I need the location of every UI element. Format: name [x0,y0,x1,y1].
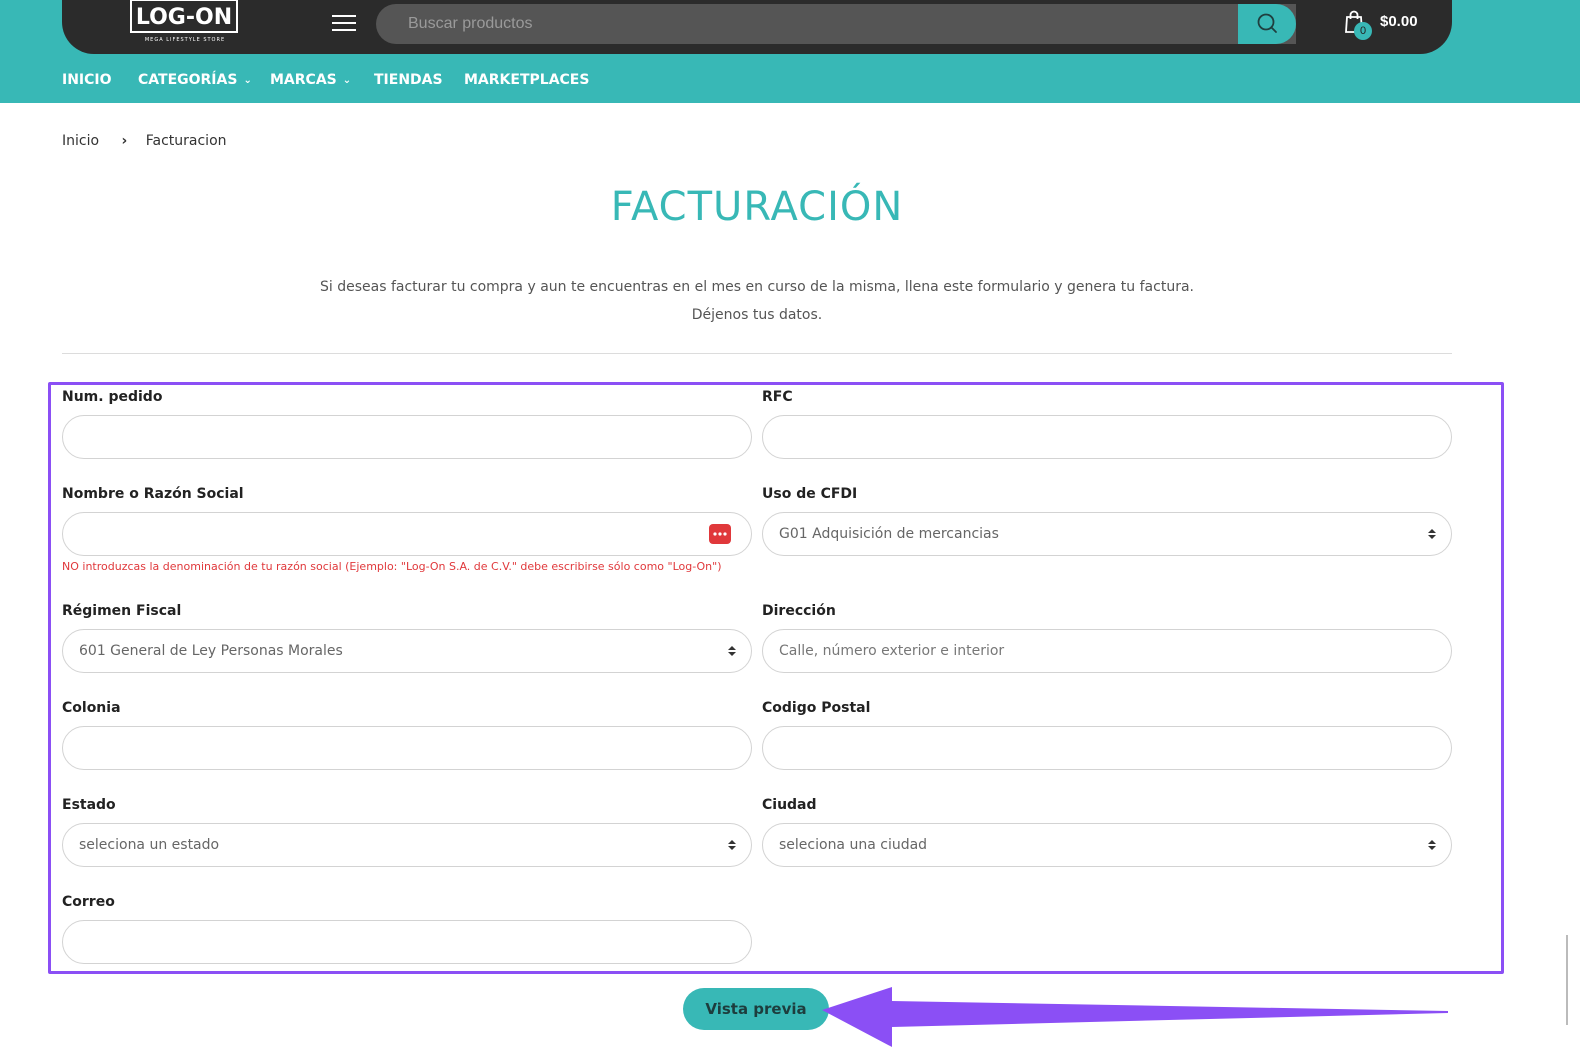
search-bar [376,4,1296,44]
direccion-input[interactable] [763,630,1451,672]
ciudad-select[interactable]: seleciona una ciudad [762,823,1452,867]
regimen-fiscal-label: Régimen Fiscal [62,603,182,619]
form-highlight-frame [48,382,1504,974]
uso-cfdi-label: Uso de CFDI [762,486,858,502]
intro-line-2: Déjenos tus datos. [691,307,823,323]
rfc-field [762,415,1452,459]
breadcrumb: Inicio › Facturacion [62,133,227,149]
colonia-field [62,726,752,770]
logo-text: LOG-ON [130,0,238,33]
regimen-fiscal-selected: 601 General de Ley Personas Morales [79,643,343,659]
correo-field [62,920,752,964]
nav-item-label: INICIO [62,72,112,88]
codigo-postal-label: Codigo Postal [762,700,871,716]
codigo-postal-field [762,726,1452,770]
estado-select[interactable]: seleciona un estado [62,823,752,867]
scrollbar-edge [1566,935,1568,1025]
select-arrows-icon [728,646,736,656]
num-pedido-input[interactable] [63,416,751,458]
annotation-arrow-icon [822,987,1448,1047]
colonia-input[interactable] [63,727,751,769]
top-header-bar: LOG-ON MEGA LIFESTYLE STORE 0 $0.00 [62,0,1452,54]
search-icon [1257,13,1277,33]
select-arrows-icon [728,840,736,850]
breadcrumb-home-link[interactable]: Inicio [62,133,99,149]
regimen-fiscal-select[interactable]: 601 General de Ley Personas Morales [62,629,752,673]
direccion-label: Dirección [762,603,836,619]
breadcrumb-current: Facturacion [145,133,227,149]
search-input[interactable] [376,4,1296,44]
select-arrows-icon [1428,840,1436,850]
logo-tagline: MEGA LIFESTYLE STORE [144,37,226,43]
page-title: FACTURACIÓN [610,184,904,230]
nav-item-categorias[interactable]: CATEGORÍAS ⌄ [138,72,252,88]
ciudad-label: Ciudad [762,797,817,813]
estado-selected: seleciona un estado [79,837,220,853]
rfc-label: RFC [762,389,793,405]
chevron-down-icon: ⌄ [342,75,352,86]
nav-item-label: MARCAS [270,72,337,88]
razon-social-input[interactable] [63,513,751,555]
hamburger-menu-icon[interactable] [332,15,356,33]
select-arrows-icon [1428,529,1436,539]
uso-cfdi-select[interactable]: G01 Adquisición de mercancias [762,512,1452,556]
nav-item-inicio[interactable]: INICIO [62,72,112,88]
breadcrumb-separator-icon: › [121,133,128,149]
intro-line-1: Si deseas facturar tu compra y aun te en… [320,279,1194,295]
nav-item-tiendas[interactable]: TIENDAS [374,72,443,88]
nav-item-label: MARKETPLACES [464,72,590,88]
ciudad-selected: seleciona una ciudad [779,837,928,853]
cart-widget[interactable]: 0 $0.00 [1344,10,1444,40]
correo-input[interactable] [63,921,751,963]
chevron-down-icon: ⌄ [243,75,252,86]
search-button[interactable] [1238,4,1296,44]
uso-cfdi-selected: G01 Adquisición de mercancias [779,526,999,542]
direccion-field [762,629,1452,673]
cart-total: $0.00 [1380,13,1418,30]
colonia-label: Colonia [62,700,121,716]
nav-item-label: CATEGORÍAS [138,72,238,88]
nav-item-label: TIENDAS [374,72,443,88]
intro-text: Si deseas facturar tu compra y aun te en… [0,273,1514,329]
num-pedido-field [62,415,752,459]
num-pedido-label: Num. pedido [62,389,163,405]
nav-item-marcas[interactable]: MARCAS ⌄ [270,72,351,88]
codigo-postal-input[interactable] [763,727,1451,769]
razon-social-field [62,512,752,556]
estado-label: Estado [62,797,116,813]
password-manager-icon[interactable] [709,524,731,544]
cart-count-badge: 0 [1354,22,1372,40]
rfc-input[interactable] [763,416,1451,458]
razon-social-label: Nombre o Razón Social [62,486,244,502]
correo-label: Correo [62,894,115,910]
nav-item-marketplaces[interactable]: MARKETPLACES [464,72,589,88]
section-divider [62,353,1452,354]
razon-social-help-text: NO introduzcas la denominación de tu raz… [62,560,722,573]
site-logo[interactable]: LOG-ON MEGA LIFESTYLE STORE [130,0,240,43]
